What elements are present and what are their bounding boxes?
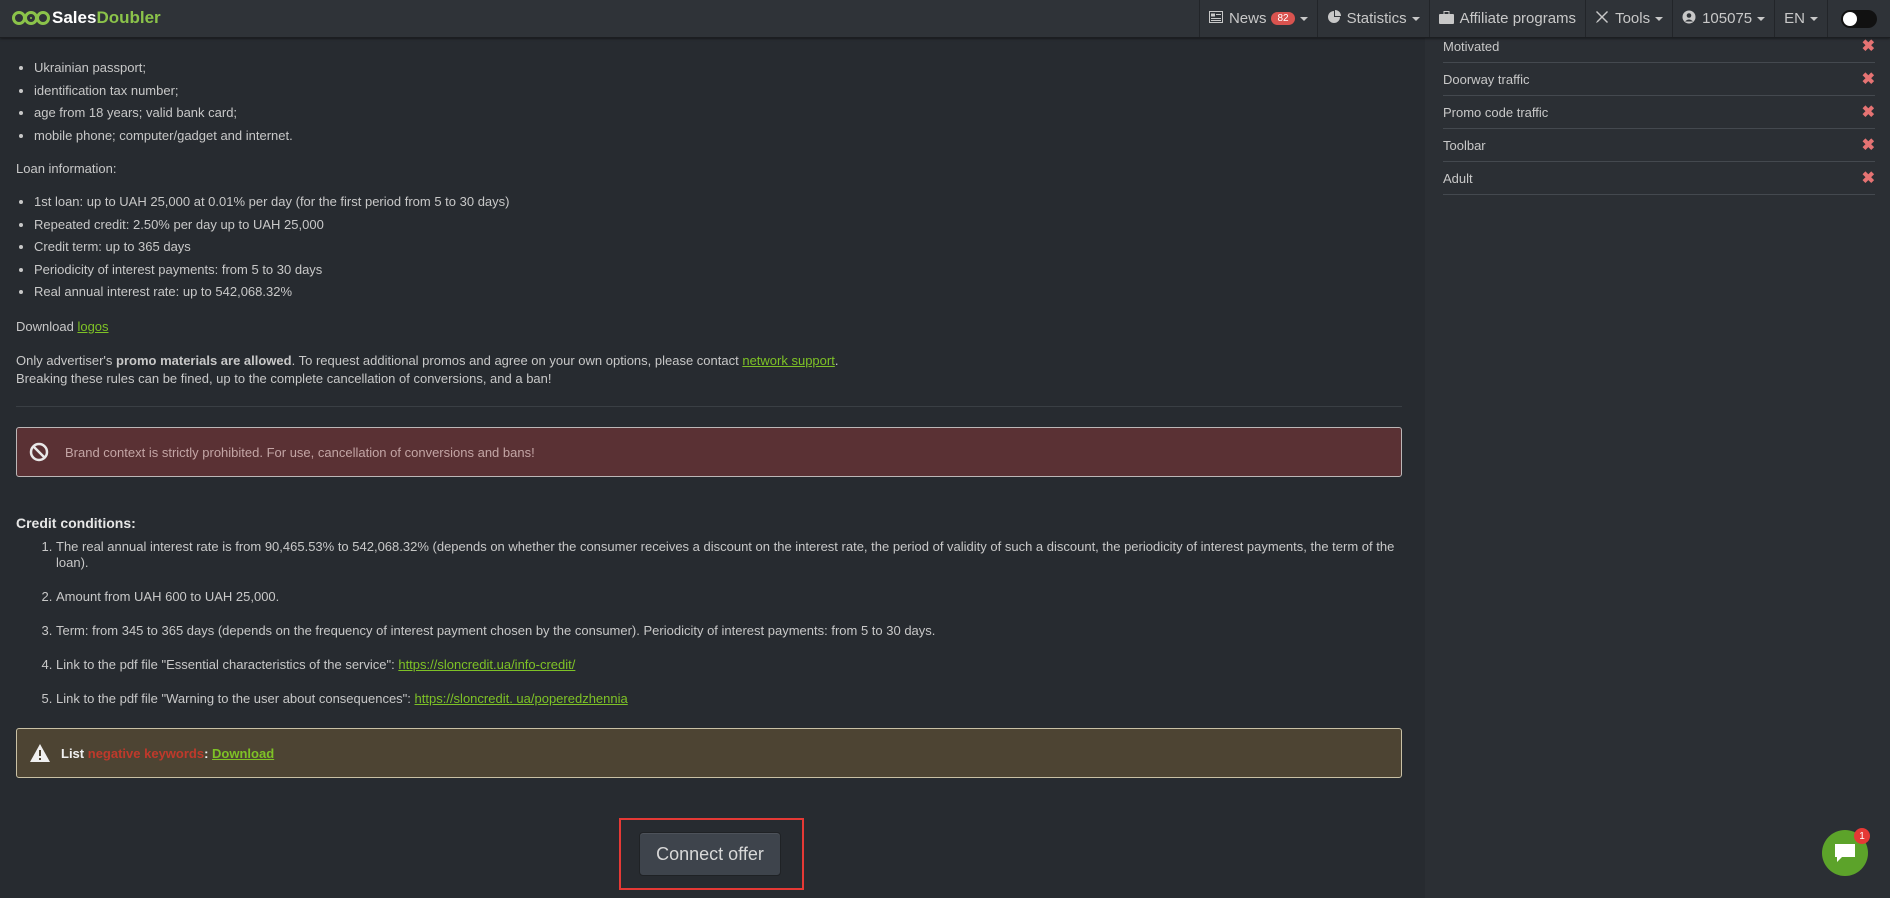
list-item: mobile phone; computer/gadget and intern… (34, 125, 293, 148)
ban-icon (29, 442, 49, 462)
loan-info-list: 1st loan: up to UAH 25,000 at 0.01% per … (0, 191, 509, 304)
logo-text-doubler: Doubler (96, 8, 161, 27)
negative-keywords-alert: List negative keywords: Download (16, 728, 1402, 778)
offer-description: Ukrainian passport; identification tax n… (0, 37, 1420, 898)
nav-statistics[interactable]: Statistics (1316, 0, 1429, 37)
credit-conditions-heading: Credit conditions: (16, 515, 136, 531)
nav-account[interactable]: 105075 (1672, 0, 1774, 37)
promo-middle: . To request additional promos and agree… (291, 353, 739, 368)
caret-down-icon (1411, 16, 1420, 21)
warning-colon: : (204, 745, 209, 761)
newspaper-icon (1208, 11, 1223, 26)
negative-keywords-download-link[interactable]: Download (212, 746, 274, 761)
account-id: 105075 (1702, 10, 1753, 27)
list-item: Amount from UAH 600 to UAH 25,000. (56, 589, 1416, 605)
traffic-item-label: Toolbar (1443, 137, 1486, 153)
briefcase-icon (1438, 10, 1454, 27)
list-item: Repeated credit: 2.50% per day up to UAH… (34, 214, 509, 237)
language-label: EN (1784, 10, 1805, 27)
caret-down-icon (1299, 16, 1308, 21)
brand-context-alert-text: Brand context is strictly prohibited. Fo… (65, 444, 535, 460)
pie-chart-icon (1327, 10, 1341, 27)
tools-icon (1595, 10, 1609, 27)
promo-rules: Only advertiser's promo materials are al… (16, 352, 838, 388)
nav-news[interactable]: News 82 (1198, 0, 1317, 37)
network-support-link[interactable]: network support (742, 353, 835, 368)
top-navbar: Sales Doubler News 82 Statistics Affiliat… (0, 0, 1890, 38)
chat-widget-button[interactable]: 1 (1822, 828, 1870, 876)
promo-line2: Breaking these rules can be fined, up to… (16, 371, 552, 386)
download-logos-line: Download logos (16, 319, 109, 334)
list-item: Ukrainian passport; (34, 57, 293, 80)
logo-text-sales: Sales (52, 8, 97, 27)
traffic-item: Doorway traffic ✖ (1443, 63, 1875, 96)
download-text: Download (16, 319, 74, 334)
connect-offer-button[interactable]: Connect offer (639, 832, 781, 876)
nav-news-label: News (1228, 10, 1267, 27)
list-item: identification tax number; (34, 80, 293, 103)
list-item: 1st loan: up to UAH 25,000 at 0.01% per … (34, 191, 509, 214)
nav-affiliate-programs[interactable]: Affiliate programs (1428, 0, 1585, 37)
poperedzhennia-link[interactable]: https://sloncredit. ua/poperedzhennia (415, 691, 628, 706)
not-allowed-x-icon: ✖ (1861, 38, 1875, 55)
loan-info-heading: Loan information: (16, 161, 117, 176)
list-item: Real annual interest rate: up to 542,068… (34, 281, 509, 304)
not-allowed-x-icon: ✖ (1861, 170, 1875, 187)
list-item: age from 18 years; valid bank card; (34, 102, 293, 125)
logos-link[interactable]: logos (77, 319, 108, 334)
logo-circles-icon (12, 11, 50, 25)
salesdoubler-logo[interactable]: Sales Doubler (12, 6, 161, 30)
chat-unread-badge: 1 (1854, 828, 1870, 844)
promo-bold: promo materials are allowed (116, 353, 292, 368)
list-item: The real annual interest rate is from 90… (56, 539, 1416, 571)
promo-prefix: Only advertiser's (16, 353, 113, 368)
not-allowed-x-icon: ✖ (1861, 137, 1875, 154)
negative-keywords-label: negative keywords (87, 745, 205, 761)
nav-tools[interactable]: Tools (1585, 0, 1672, 37)
traffic-types-list: Motivated ✖ Doorway traffic ✖ Promo code… (1443, 30, 1875, 195)
traffic-item-label: Doorway traffic (1443, 71, 1530, 87)
traffic-item-label: Promo code traffic (1443, 104, 1549, 120)
list-item: Term: from 345 to 365 days (depends on t… (56, 623, 1416, 639)
theme-toggle-switch[interactable] (1841, 9, 1877, 28)
traffic-item: Promo code traffic ✖ (1443, 96, 1875, 129)
nav-tools-label: Tools (1615, 10, 1651, 27)
caret-down-icon (1655, 16, 1664, 21)
divider (16, 406, 1402, 407)
info-credit-link[interactable]: https://sloncredit.ua/info-credit/ (398, 657, 575, 672)
traffic-item-label: Motivated (1443, 38, 1500, 54)
connect-offer-highlight: Connect offer (619, 818, 804, 890)
theme-toggle[interactable] (1827, 0, 1890, 37)
nav-language[interactable]: EN (1774, 0, 1827, 37)
traffic-item-label: Adult (1443, 170, 1473, 186)
caret-down-icon (1757, 16, 1766, 21)
news-count-badge: 82 (1271, 12, 1295, 25)
traffic-sidebar: Motivated ✖ Doorway traffic ✖ Promo code… (1425, 0, 1890, 898)
list-item: Link to the pdf file "Essential characte… (56, 657, 1416, 673)
warning-triangle-icon (29, 743, 51, 763)
credit-conditions-list: The real annual interest rate is from 90… (16, 539, 1416, 725)
nav-statistics-label: Statistics (1346, 10, 1407, 27)
nav-affiliate-label: Affiliate programs (1459, 10, 1577, 27)
warning-list-label: List (61, 745, 85, 761)
not-allowed-x-icon: ✖ (1861, 104, 1875, 121)
caret-down-icon (1810, 16, 1818, 21)
list-item: Credit term: up to 365 days (34, 236, 509, 259)
user-circle-icon (1682, 10, 1696, 27)
traffic-item: Adult ✖ (1443, 162, 1875, 195)
requirements-list: Ukrainian passport; identification tax n… (0, 57, 293, 147)
list-item: Link to the pdf file "Warning to the use… (56, 691, 1416, 707)
promo-suffix: . (834, 353, 839, 368)
chat-bubble-icon (1833, 842, 1857, 864)
not-allowed-x-icon: ✖ (1861, 71, 1875, 88)
brand-context-alert: Brand context is strictly prohibited. Fo… (16, 427, 1402, 477)
traffic-item: Toolbar ✖ (1443, 129, 1875, 162)
list-item: Periodicity of interest payments: from 5… (34, 259, 509, 282)
